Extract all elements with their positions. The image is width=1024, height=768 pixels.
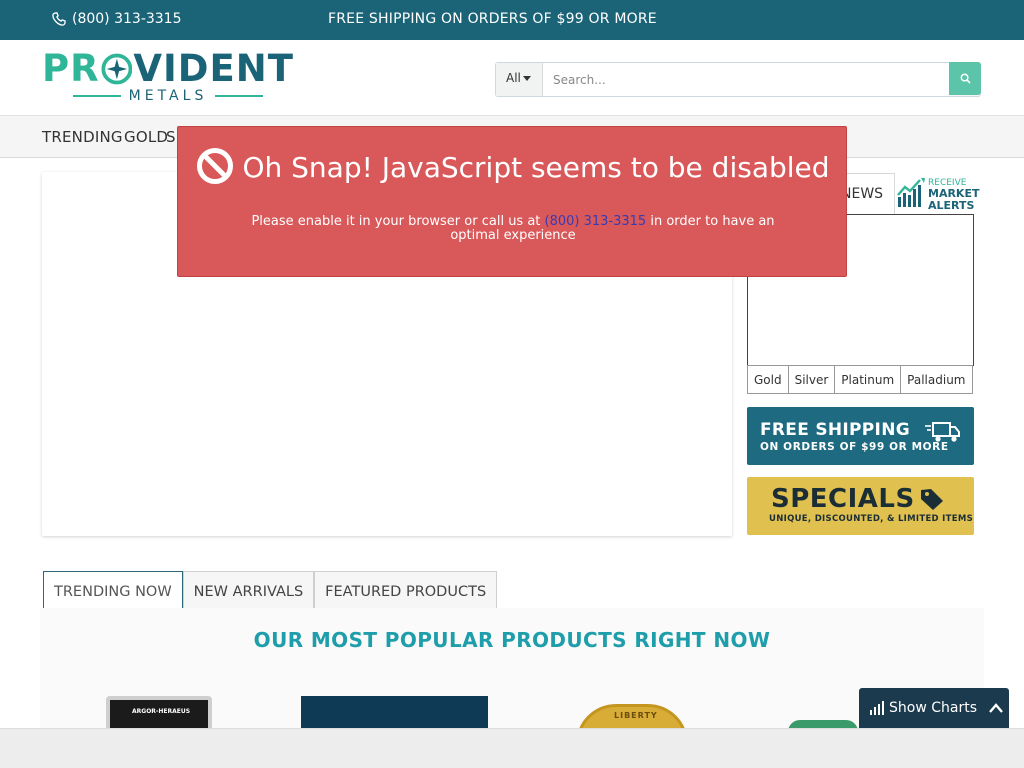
provident-metals-logo[interactable]: PR VIDENT METALS xyxy=(42,50,294,106)
popular-products-heading: OUR MOST POPULAR PRODUCTS RIGHT NOW xyxy=(253,628,771,652)
javascript-disabled-alert: Oh Snap! JavaScript seems to be disabled… xyxy=(177,126,847,277)
chart-trend-icon xyxy=(897,178,925,207)
shipping-banner-subtitle: ON ORDERS OF $99 OR MORE xyxy=(760,441,949,453)
alert-body: Please enable it in your browser or call… xyxy=(228,215,798,243)
chart-marker xyxy=(856,357,864,365)
search-button[interactable] xyxy=(949,62,981,95)
logo-subtitle: METALS xyxy=(128,88,208,104)
delivery-truck-icon xyxy=(925,422,960,442)
specials-banner-subtitle: UNIQUE, DISCOUNTED, & LIMITED ITEMS xyxy=(769,514,974,524)
site-header: PR VIDENT METALS All xyxy=(0,40,1024,116)
alert-phone-link[interactable]: (800) 313-3315 xyxy=(545,214,647,229)
phone-icon xyxy=(52,12,66,26)
coin-inscription: LIBERTY xyxy=(614,711,658,720)
search-category-label: All xyxy=(506,71,521,85)
logo-divider-right xyxy=(215,95,264,97)
metal-tabs: Gold Silver Platinum Palladium xyxy=(747,365,973,394)
phone-link[interactable]: (800) 313-3315 xyxy=(52,11,182,27)
product-bar-label: ARGOR-HERAEUS xyxy=(132,708,191,715)
alert-title: Oh Snap! JavaScript seems to be disabled xyxy=(242,151,830,184)
nav-item-gold[interactable]: GOLD xyxy=(124,128,168,146)
search-icon xyxy=(960,73,971,84)
nav-item-trending[interactable]: TRENDING xyxy=(42,128,123,146)
bottom-bar xyxy=(0,728,1024,768)
tab-silver[interactable]: Silver xyxy=(788,365,836,394)
product-tabs: TRENDING NOW NEW ARRIVALS FEATURED PRODU… xyxy=(43,571,498,613)
logo-word-right: VIDENT xyxy=(133,47,294,90)
tab-palladium[interactable]: Palladium xyxy=(901,365,973,394)
tab-trending-now[interactable]: TRENDING NOW xyxy=(43,571,183,613)
market-alerts-link[interactable]: RECEIVE MARKET ALERTS xyxy=(896,175,986,215)
nav-item-silver[interactable]: S xyxy=(166,128,176,146)
specials-banner-title: SPECIALS xyxy=(771,484,915,514)
caret-down-icon xyxy=(522,76,531,81)
search-bar: All xyxy=(495,62,981,97)
shipping-promo: FREE SHIPPING ON ORDERS OF $99 OR MORE xyxy=(328,11,657,27)
compass-icon xyxy=(101,53,132,85)
search-input[interactable] xyxy=(542,63,950,96)
show-charts-label: Show Charts xyxy=(889,700,977,716)
alert-body-text: Please enable it in your browser or call… xyxy=(251,214,545,229)
shipping-banner-title: FREE SHIPPING xyxy=(760,420,910,440)
top-bar: (800) 313-3315 FREE SHIPPING ON ORDERS O… xyxy=(0,0,1024,40)
chevron-up-icon xyxy=(989,703,1003,713)
alerts-alerts-text: ALERTS xyxy=(928,199,975,212)
logo-word-left: PR xyxy=(42,47,100,90)
show-charts-button[interactable]: Show Charts xyxy=(859,688,1009,728)
tab-new-arrivals[interactable]: NEW ARRIVALS xyxy=(182,571,315,613)
alert-heading: Oh Snap! JavaScript seems to be disabled xyxy=(178,147,848,185)
specials-banner[interactable]: SPECIALS UNIQUE, DISCOUNTED, & LIMITED I… xyxy=(747,477,974,535)
alerts-market-label: MARKET ALERTS xyxy=(928,188,979,212)
phone-number: (800) 313-3315 xyxy=(72,11,182,27)
tab-featured-products[interactable]: FEATURED PRODUCTS xyxy=(314,571,498,613)
ban-icon xyxy=(197,148,234,184)
tab-gold[interactable]: Gold xyxy=(747,365,789,394)
search-category-dropdown[interactable]: All xyxy=(496,63,542,96)
logo-divider-left xyxy=(72,95,121,97)
tab-platinum[interactable]: Platinum xyxy=(835,365,902,394)
price-tag-icon xyxy=(921,489,943,510)
signal-bars-icon xyxy=(870,701,884,715)
free-shipping-banner[interactable]: FREE SHIPPING ON ORDERS OF $99 OR MORE xyxy=(747,407,974,465)
